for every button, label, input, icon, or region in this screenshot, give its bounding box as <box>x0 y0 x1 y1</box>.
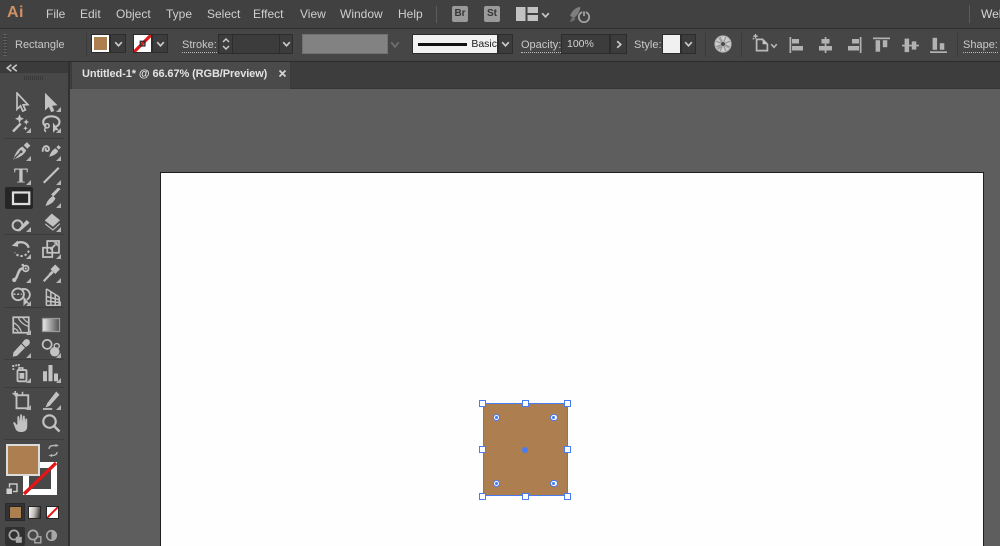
svg-text:T: T <box>14 165 28 185</box>
